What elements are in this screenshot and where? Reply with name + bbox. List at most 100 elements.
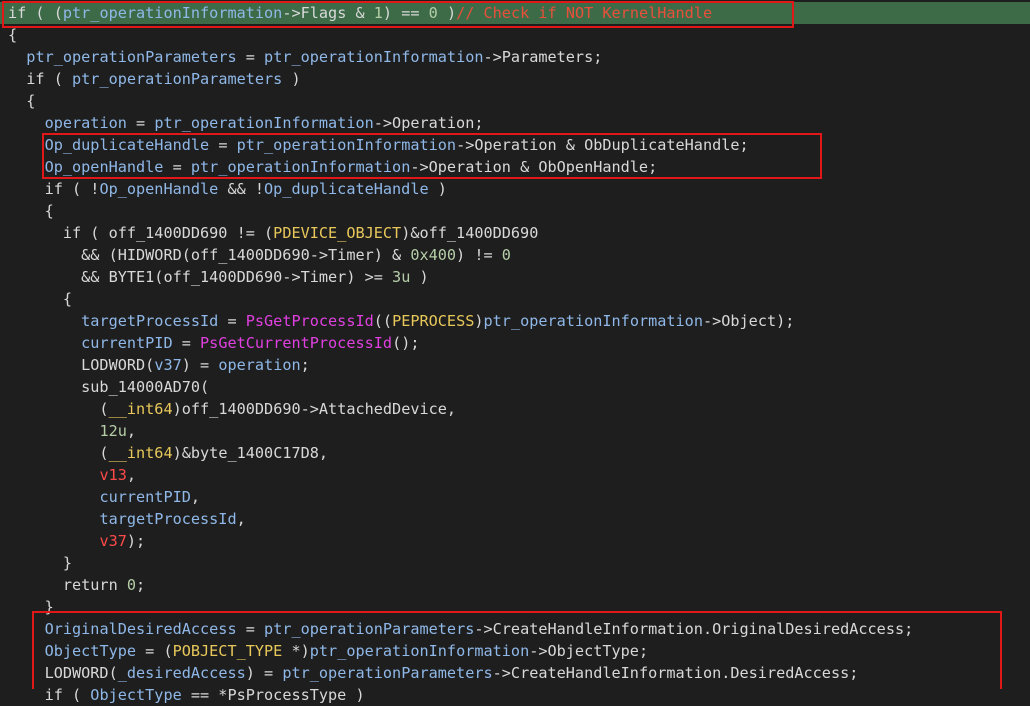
- token-text: {: [8, 92, 36, 110]
- code-line[interactable]: {: [8, 200, 1026, 222]
- code-line[interactable]: operation = ptr_operationInformation->Op…: [8, 112, 1026, 134]
- token-text: ();: [392, 334, 420, 352]
- token-num: 0: [501, 246, 511, 264]
- token-var: OriginalDesiredAccess: [44, 620, 237, 638]
- token-var: ptr_operationInformation: [236, 136, 457, 154]
- token-kw: POBJECT_TYPE: [172, 642, 283, 660]
- code-line[interactable]: currentPID = PsGetCurrentProcessId();: [8, 332, 1026, 354]
- token-text: =: [209, 136, 237, 154]
- token-text: ): [282, 70, 301, 88]
- token-text: && !: [218, 180, 265, 198]
- token-text: ,: [236, 510, 246, 528]
- token-num: 3u: [392, 268, 411, 286]
- token-text: ): [428, 180, 447, 198]
- token-text: ): [437, 4, 457, 22]
- token-text: )off_1400DD690->AttachedDevice,: [172, 400, 457, 418]
- code-line[interactable]: if ( (ptr_operationInformation->Flags & …: [8, 2, 1026, 24]
- token-text: if ( !: [8, 180, 100, 198]
- token-text: && (HIDWORD(off_1400DD690->Timer) &: [8, 246, 411, 264]
- token-var: ptr_operationParameters: [72, 70, 283, 88]
- code-line[interactable]: LODWORD(_desiredAccess) = ptr_operationP…: [8, 662, 1026, 684]
- token-text: = (: [136, 642, 173, 660]
- token-text: return: [8, 576, 127, 594]
- code-line[interactable]: if ( ptr_operationParameters ): [8, 68, 1026, 90]
- code-line[interactable]: && BYTE1(off_1400DD690->Timer) >= 3u ): [8, 266, 1026, 288]
- code-line[interactable]: {: [8, 24, 1026, 46]
- token-text: && BYTE1(off_1400DD690->Timer) >=: [8, 268, 393, 286]
- pseudocode-view[interactable]: if ( (ptr_operationInformation->Flags & …: [8, 2, 1026, 706]
- token-text: =: [236, 620, 265, 638]
- code-line[interactable]: if ( !Op_openHandle && !Op_duplicateHand…: [8, 178, 1026, 200]
- token-text: =: [172, 334, 201, 352]
- token-text: ->Object);: [702, 312, 795, 330]
- code-line[interactable]: 12u,: [8, 420, 1026, 442]
- token-text: ,: [190, 488, 201, 506]
- token-var: operation: [218, 356, 301, 374]
- token-text: sub_14000AD70(: [8, 378, 210, 396]
- code-line[interactable]: }: [8, 596, 1026, 618]
- token-text: ): [410, 268, 429, 286]
- token-var: ptr_operationInformation: [483, 312, 703, 330]
- code-line[interactable]: {: [8, 288, 1026, 310]
- token-text: ->Operation & ObDuplicateHandle;: [456, 136, 749, 154]
- token-text: =: [126, 114, 155, 132]
- token-var: ObjectType: [44, 642, 137, 660]
- token-text: ->CreateHandleInformation.DesiredAccess;: [492, 664, 859, 682]
- token-text: ->Parameters;: [483, 48, 603, 66]
- code-line[interactable]: }: [8, 552, 1026, 574]
- token-text: ;: [136, 576, 146, 594]
- code-line[interactable]: targetProcessId = PsGetProcessId((PEPROC…: [8, 310, 1026, 332]
- token-text: ) =: [181, 356, 219, 374]
- token-var: Op_openHandle: [44, 158, 164, 176]
- code-line[interactable]: targetProcessId,: [8, 508, 1026, 530]
- token-var: ptr_operationInformation: [190, 158, 411, 176]
- token-var: _desiredAccess: [117, 664, 246, 682]
- code-line[interactable]: LODWORD(v37) = operation;: [8, 354, 1026, 376]
- token-kw: __int64: [108, 400, 173, 418]
- token-text: if ( off_1400DD690 != (: [8, 224, 274, 242]
- code-line[interactable]: OriginalDesiredAccess = ptr_operationPar…: [8, 618, 1026, 640]
- token-text: ->Operation;: [373, 114, 484, 132]
- code-line[interactable]: return 0;: [8, 574, 1026, 596]
- code-line[interactable]: currentPID,: [8, 486, 1026, 508]
- token-var: operation: [44, 114, 127, 132]
- token-lv: v37: [99, 532, 127, 550]
- code-line[interactable]: (__int64)off_1400DD690->AttachedDevice,: [8, 398, 1026, 420]
- token-text: ,: [126, 422, 137, 440]
- token-num: 0x400: [410, 246, 457, 264]
- token-num: 12u: [99, 422, 127, 440]
- code-line[interactable]: Op_openHandle = ptr_operationInformation…: [8, 156, 1026, 178]
- token-text: LODWORD(: [8, 356, 155, 374]
- code-line[interactable]: v37);: [8, 530, 1026, 552]
- token-text: ): [474, 312, 484, 330]
- token-text: ) !=: [456, 246, 502, 264]
- token-var: Op_duplicateHandle: [44, 136, 210, 154]
- code-line[interactable]: ptr_operationParameters = ptr_operationI…: [8, 46, 1026, 68]
- code-line[interactable]: && (HIDWORD(off_1400DD690->Timer) & 0x40…: [8, 244, 1026, 266]
- token-text: );: [126, 532, 146, 550]
- token-var: targetProcessId: [99, 510, 237, 528]
- code-line[interactable]: if ( off_1400DD690 != (PDEVICE_OBJECT)&o…: [8, 222, 1026, 244]
- token-fn: PsGetCurrentProcessId: [200, 334, 393, 352]
- token-var: ptr_operationParameters: [26, 48, 237, 66]
- code-line[interactable]: Op_duplicateHandle = ptr_operationInform…: [8, 134, 1026, 156]
- token-text: ,: [126, 466, 137, 484]
- code-line[interactable]: ObjectType = (POBJECT_TYPE *)ptr_operati…: [8, 640, 1026, 662]
- token-cmt: // Check if NOT KernelHandle: [456, 4, 713, 22]
- token-text: if (: [8, 70, 73, 88]
- code-line[interactable]: {: [8, 90, 1026, 112]
- code-line[interactable]: if ( ObjectType == *PsProcessType ): [8, 684, 1026, 706]
- code-line[interactable]: v13,: [8, 464, 1026, 486]
- token-text: ;: [300, 356, 310, 374]
- code-line[interactable]: (__int64)&byte_1400C17D8,: [8, 442, 1026, 464]
- token-text: ->CreateHandleInformation.OriginalDesire…: [474, 620, 914, 638]
- code-line[interactable]: sub_14000AD70(: [8, 376, 1026, 398]
